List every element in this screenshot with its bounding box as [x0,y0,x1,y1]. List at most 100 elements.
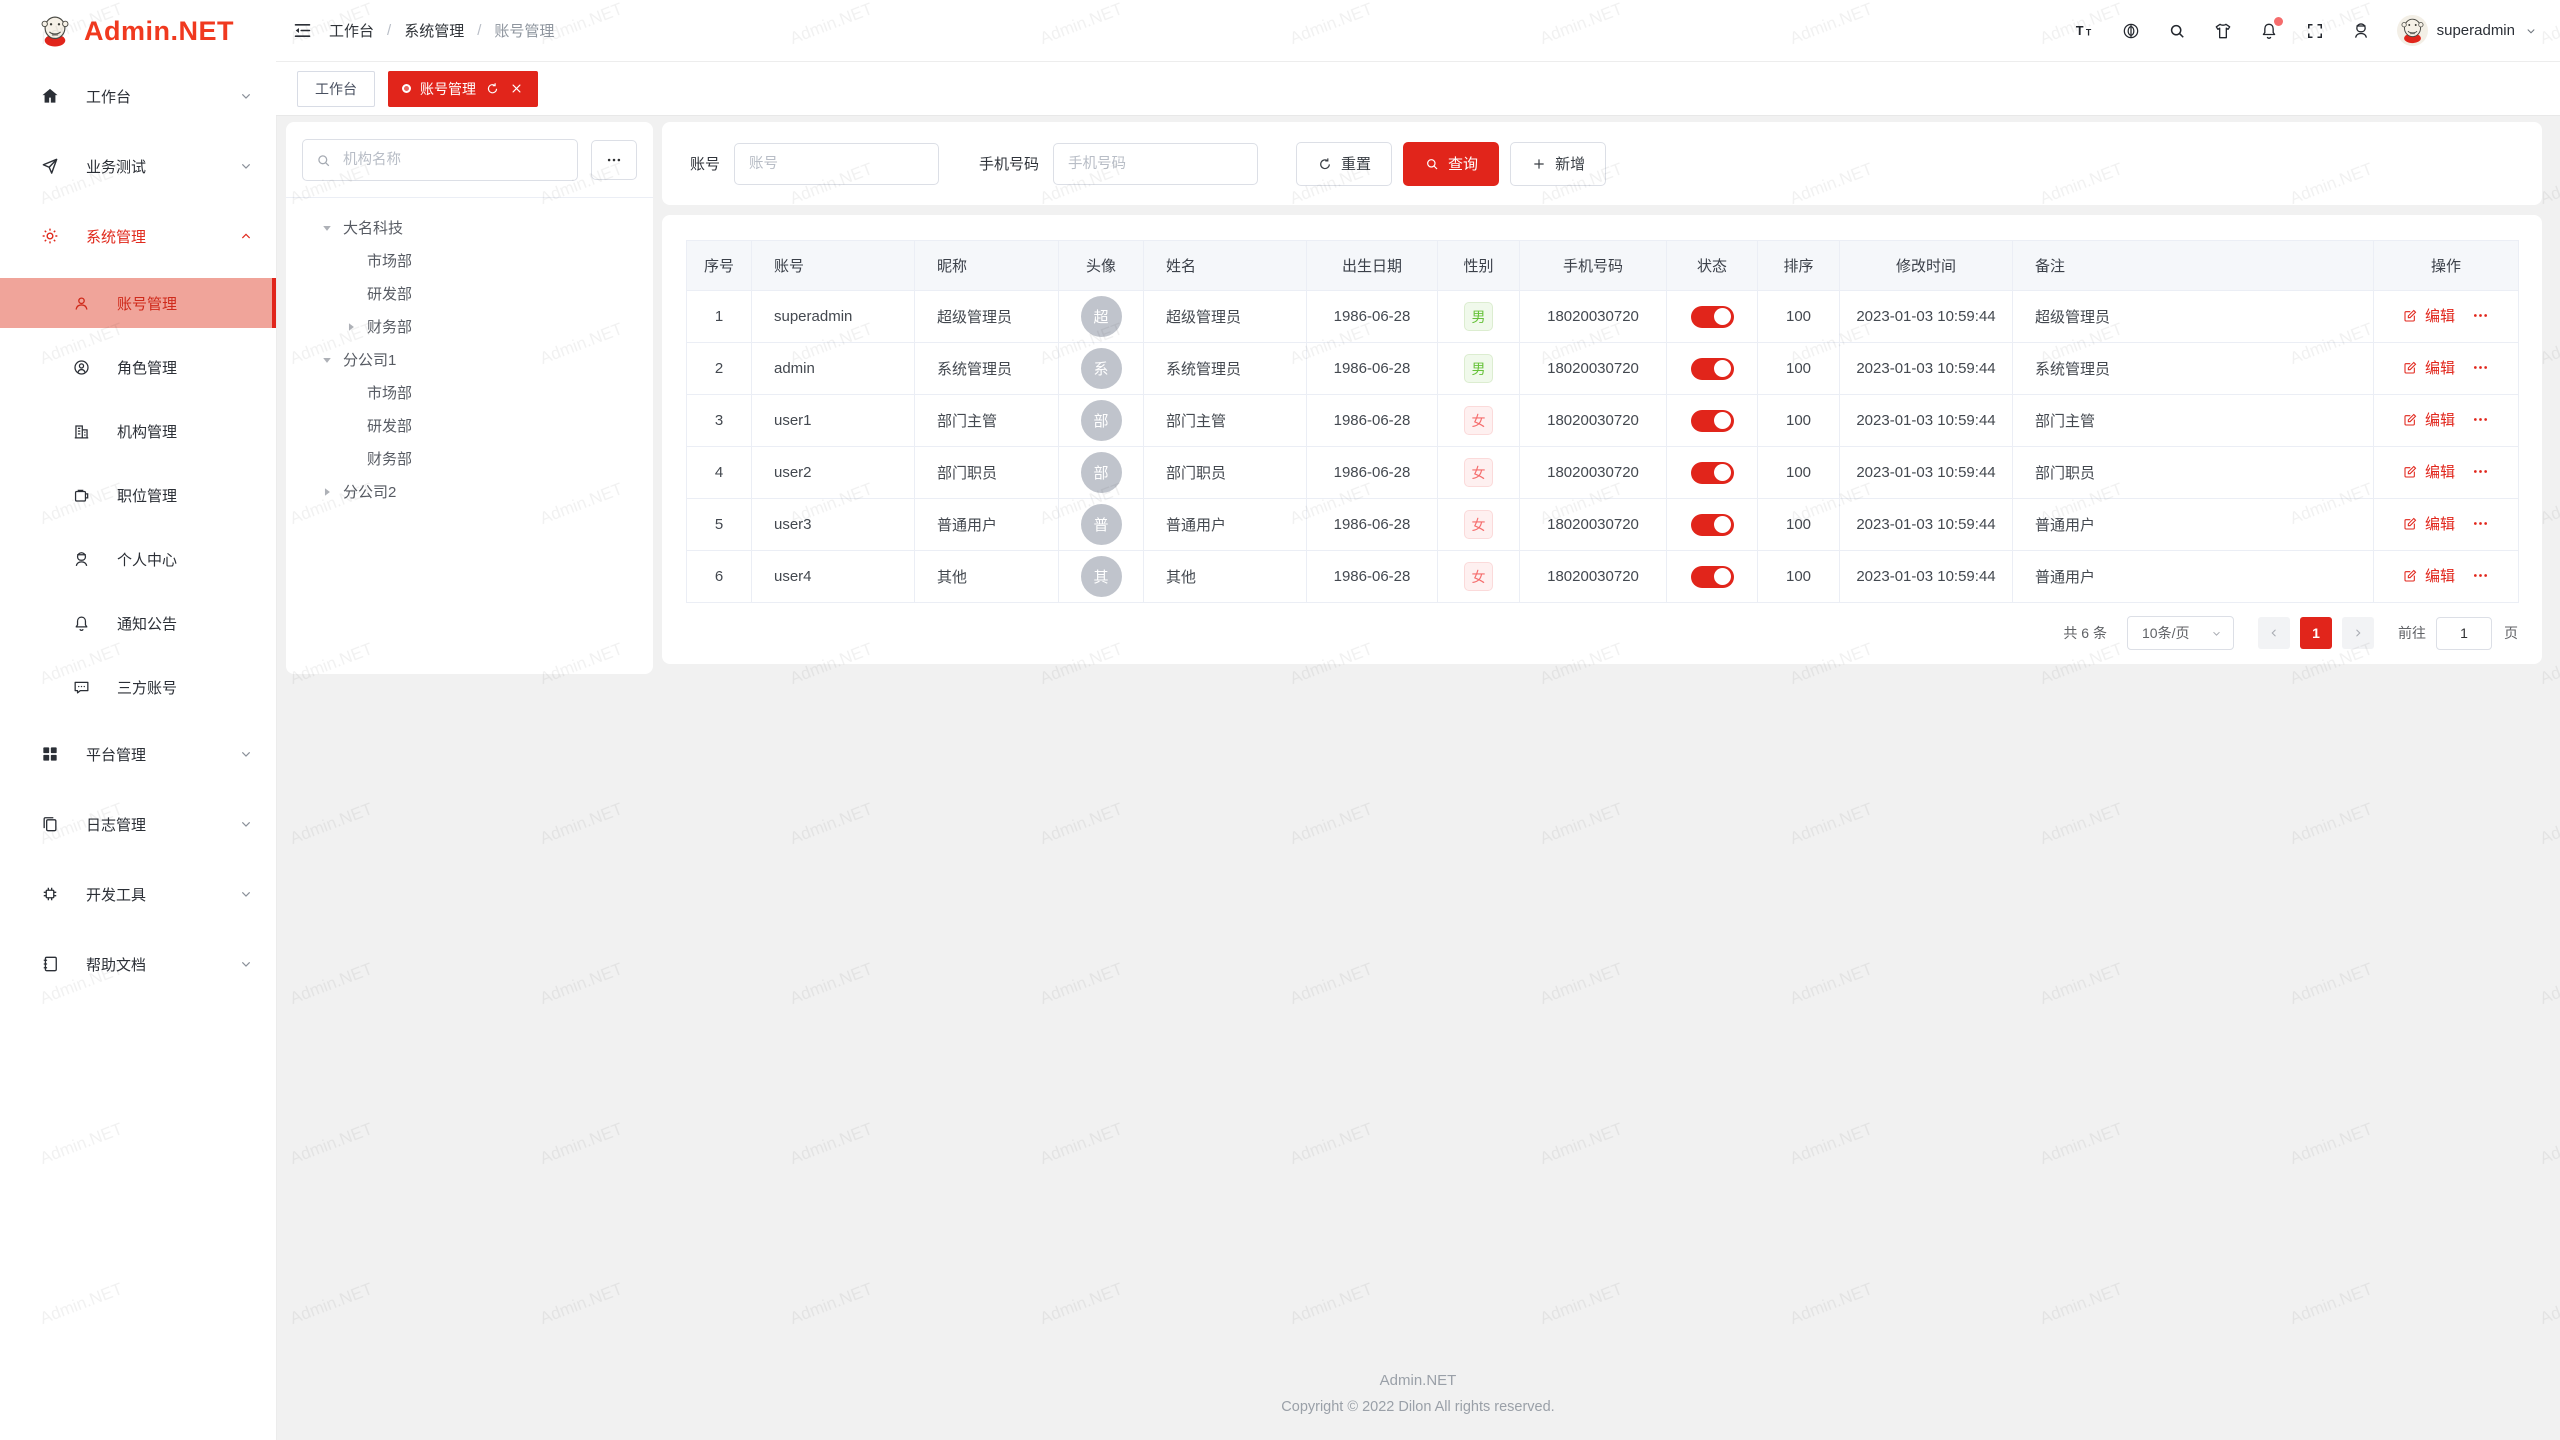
caret-expanded-icon[interactable] [320,353,334,367]
watermark-text: Admin.NET [537,959,625,1009]
user-icon [72,294,91,313]
sidebar-item-2[interactable]: 系统管理 [0,201,276,271]
caret-expanded-icon[interactable] [320,221,334,235]
tree-node-研发部[interactable]: 研发部 [286,409,653,442]
edit-button[interactable]: 编辑 [2425,305,2455,326]
reset-button[interactable]: 重置 [1296,142,1392,186]
more-actions-button[interactable] [2471,306,2490,325]
sidebar-subitem-机构管理[interactable]: 机构管理 [0,399,276,463]
edit-button[interactable]: 编辑 [2425,565,2455,586]
status-toggle[interactable] [1691,410,1734,432]
tree-node-财务部[interactable]: 财务部 [286,310,653,343]
more-actions-button[interactable] [2471,462,2490,481]
goto-page-input[interactable] [2436,617,2492,650]
tree-node-分公司2[interactable]: 分公司2 [286,475,653,508]
tree-node-分公司1[interactable]: 分公司1 [286,343,653,376]
watermark-text: Admin.NET [537,1119,625,1169]
edit-icon[interactable] [2402,360,2418,376]
sidebar-subitem-三方账号[interactable]: 三方账号 [0,655,276,719]
column-header-性别: 性别 [1438,241,1520,291]
caret-collapsed-icon[interactable] [344,320,358,334]
sidebar-collapse-icon[interactable] [292,20,313,41]
sidebar-item-0[interactable]: 工作台 [0,61,276,131]
tree-node-市场部[interactable]: 市场部 [286,376,653,409]
chevron-down-icon [238,816,254,832]
watermark-text: Admin.NET [2537,959,2560,1009]
ellipsis-icon [605,151,623,169]
cell-birth: 1986-06-28 [1307,291,1438,343]
more-actions-button[interactable] [2471,358,2490,377]
more-actions-button[interactable] [2471,514,2490,533]
status-toggle[interactable] [1691,358,1734,380]
tree-node-大名科技[interactable]: 大名科技 [286,211,653,244]
tab-工作台[interactable]: 工作台 [297,71,375,107]
caret-collapsed-icon[interactable] [320,485,334,499]
edit-icon[interactable] [2402,412,2418,428]
edit-button[interactable]: 编辑 [2425,461,2455,482]
cell-gender: 女 [1438,499,1520,551]
bell-icon[interactable] [2259,21,2279,41]
refresh-icon[interactable] [485,81,500,96]
account-input[interactable] [734,143,939,185]
cell-account: user1 [752,395,915,447]
add-button[interactable]: 新增 [1510,142,1606,186]
theme-icon[interactable] [2213,21,2233,41]
sidebar-item-5[interactable]: 开发工具 [0,859,276,929]
profile-icon[interactable] [2351,21,2371,41]
status-toggle[interactable] [1691,462,1734,484]
tree-node-财务部[interactable]: 财务部 [286,442,653,475]
more-actions-button[interactable] [2471,410,2490,429]
chevron-down-icon [238,158,254,174]
edit-button[interactable]: 编辑 [2425,513,2455,534]
status-toggle[interactable] [1691,566,1734,588]
sidebar-subitem-通知公告[interactable]: 通知公告 [0,591,276,655]
page-size-select[interactable]: 10条/页 [2127,616,2234,650]
font-size-icon[interactable]: TT [2075,21,2095,41]
sidebar-subitem-个人中心[interactable]: 个人中心 [0,527,276,591]
tree-node-研发部[interactable]: 研发部 [286,277,653,310]
fullscreen-icon[interactable] [2305,21,2325,41]
sidebar-item-4[interactable]: 日志管理 [0,789,276,859]
cell-status [1667,395,1758,447]
cell-nickname: 普通用户 [915,499,1059,551]
status-toggle[interactable] [1691,306,1734,328]
edit-icon[interactable] [2402,568,2418,584]
edit-icon[interactable] [2402,464,2418,480]
next-page-button[interactable] [2342,617,2374,649]
cell-account: admin [752,343,915,395]
user-menu[interactable]: superadmin [2397,15,2538,46]
chevron-down-icon [238,886,254,902]
org-more-button[interactable] [591,140,637,180]
cell-status [1667,343,1758,395]
edit-button[interactable]: 编辑 [2425,357,2455,378]
sidebar-item-1[interactable]: 业务测试 [0,131,276,201]
phone-label: 手机号码 [979,153,1039,174]
close-icon[interactable] [509,81,524,96]
edit-icon[interactable] [2402,516,2418,532]
tab-账号管理[interactable]: 账号管理 [388,71,538,107]
tree-node-市场部[interactable]: 市场部 [286,244,653,277]
watermark-text: Admin.NET [1037,1279,1125,1329]
sidebar-subitem-账号管理[interactable]: 账号管理 [0,278,276,328]
status-toggle[interactable] [1691,514,1734,536]
edit-button[interactable]: 编辑 [2425,409,2455,430]
phone-input[interactable] [1053,143,1258,185]
sidebar-subitem-职位管理[interactable]: 职位管理 [0,463,276,527]
language-icon[interactable] [2121,21,2141,41]
chat-icon [72,678,91,697]
watermark-text: Admin.NET [1287,799,1375,849]
org-search-input[interactable] [341,151,565,169]
more-actions-button[interactable] [2471,566,2490,585]
column-header-修改时间: 修改时间 [1840,241,2013,291]
breadcrumb-item-0[interactable]: 工作台 [329,20,374,41]
cell-actions: 编辑 [2374,343,2519,395]
search-icon[interactable] [2167,21,2187,41]
search-button[interactable]: 查询 [1403,142,1499,186]
sidebar-item-3[interactable]: 平台管理 [0,719,276,789]
edit-icon[interactable] [2402,308,2418,324]
sidebar-item-6[interactable]: 帮助文档 [0,929,276,999]
breadcrumb-item-1[interactable]: 系统管理 [404,20,464,41]
current-page-button[interactable]: 1 [2300,617,2332,649]
sidebar-subitem-角色管理[interactable]: 角色管理 [0,335,276,399]
prev-page-button[interactable] [2258,617,2290,649]
